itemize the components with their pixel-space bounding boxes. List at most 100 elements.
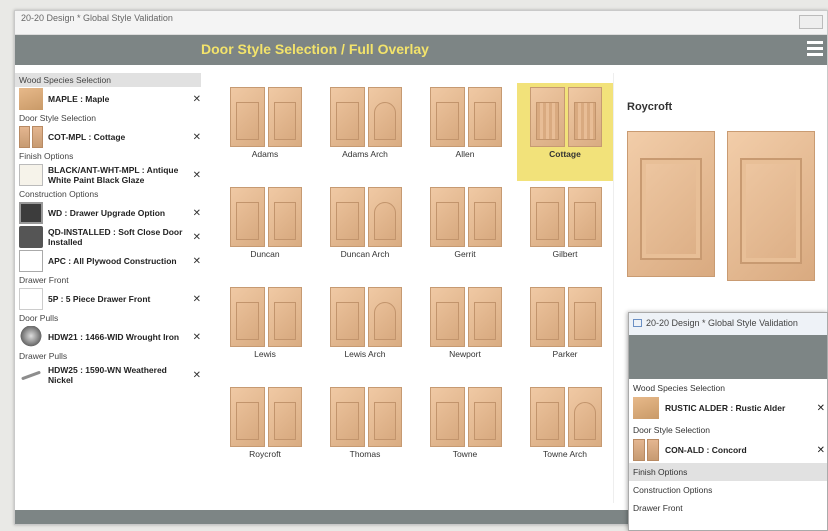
selected-option[interactable]: HDW21 : 1466-WID Wrought Iron ✕ [15,325,201,349]
remove-icon[interactable]: ✕ [193,332,201,343]
selected-option[interactable]: 5P : 5 Piece Drawer Front ✕ [15,287,201,311]
remove-icon[interactable]: ✕ [193,208,201,219]
remove-icon[interactable]: ✕ [817,445,825,456]
qd-thumbnail [19,226,43,248]
door-style-label: Towne [452,449,478,459]
door-style-gerrit[interactable]: Gerrit [417,183,513,281]
preview-drawer-image [727,131,815,281]
door-style-thomas[interactable]: Thomas [317,383,413,481]
selected-option[interactable]: HDW25 : 1590-WN Weathered Nickel ✕ [15,363,201,387]
window-close-button[interactable] [799,15,823,29]
remove-icon[interactable]: ✕ [193,256,201,267]
door-style-adams-arch[interactable]: Adams Arch [317,83,413,181]
selected-option[interactable]: CON-ALD : Concord ✕ [629,439,827,463]
selected-option[interactable]: BLACK/ANT-WHT-MPL : Antique White Paint … [15,163,201,187]
selected-option[interactable]: APC : All Plywood Construction ✕ [15,249,201,273]
window-titlebar: 20-20 Design * Global Style Validation [15,11,827,35]
hamburger-menu-icon[interactable] [807,41,823,57]
option-label: BLACK/ANT-WHT-MPL : Antique White Paint … [48,165,179,185]
door-style-duncan[interactable]: Duncan [217,183,313,281]
door-style-image [430,387,502,447]
door-style-duncan-arch[interactable]: Duncan Arch [317,183,413,281]
app-icon [633,319,642,327]
wood-thumbnail [19,88,43,110]
page-title: Door Style Selection / Full Overlay [201,41,429,57]
door-style-allen[interactable]: Allen [417,83,513,181]
door-style-gilbert[interactable]: Gilbert [517,183,613,281]
section-heading[interactable]: Wood Species Selection [15,73,201,87]
door-style-towne-arch[interactable]: Towne Arch [517,383,613,481]
section-heading[interactable]: Door Style Selection [15,111,201,125]
option-label: COT-MPL : Cottage [48,132,126,142]
overlay-options: Wood Species Selection RUSTIC ALDER : Rus… [629,379,827,517]
section-heading[interactable]: Drawer Front [15,273,201,287]
door-style-image [530,87,602,147]
door-style-image [230,387,302,447]
remove-icon[interactable]: ✕ [193,170,201,181]
section-heading[interactable]: Construction Options [629,481,827,499]
door-style-image [430,287,502,347]
door-style-towne[interactable]: Towne [417,383,513,481]
section-heading[interactable]: Wood Species Selection [629,379,827,397]
selected-option[interactable]: MAPLE : Maple ✕ [15,87,201,111]
door-style-image [530,387,602,447]
door-style-image [430,87,502,147]
preview-door-image [627,131,715,277]
door-style-lewis-arch[interactable]: Lewis Arch [317,283,413,381]
section-heading[interactable]: Finish Options [15,149,201,163]
section-heading[interactable]: Finish Options [629,463,827,481]
remove-icon[interactable]: ✕ [193,294,201,305]
door-style-label: Adams [251,149,279,159]
option-label: HDW21 : 1466-WID Wrought Iron [48,332,180,342]
section-heading[interactable]: Door Style Selection [629,421,827,439]
section-heading[interactable]: Drawer Front [629,499,827,517]
door-style-image [330,87,402,147]
drawer-thumbnail [19,202,43,224]
door-style-label: Parker [552,349,578,359]
selected-option[interactable]: RUSTIC ALDER : Rustic Alder ✕ [629,397,827,421]
door-style-label: Newport [449,349,481,359]
remove-icon[interactable]: ✕ [193,94,201,105]
options-sidebar: Wood Species Selection MAPLE : Maple ✕ Door… [15,73,201,503]
door-style-image [230,287,302,347]
remove-icon[interactable]: ✕ [193,370,201,381]
door-style-label: Towne Arch [543,449,587,459]
remove-icon[interactable]: ✕ [817,403,825,414]
remove-icon[interactable]: ✕ [193,132,201,143]
section-heading[interactable]: Drawer Pulls [15,349,201,363]
door-style-lewis[interactable]: Lewis [217,283,313,381]
door-style-image [530,187,602,247]
apc-thumbnail [19,250,43,272]
door-style-label: Adams Arch [342,149,388,159]
pull-thumbnail [19,364,43,386]
remove-icon[interactable]: ✕ [193,232,201,243]
door-style-parker[interactable]: Parker [517,283,613,381]
app-header: Door Style Selection / Full Overlay [15,35,827,65]
option-label: APC : All Plywood Construction [48,256,177,266]
divider [613,73,614,503]
selected-option[interactable]: COT-MPL : Cottage ✕ [15,125,201,149]
preview-title: Roycroft [627,101,673,113]
door-style-newport[interactable]: Newport [417,283,513,381]
option-label: 5P : 5 Piece Drawer Front [48,294,151,304]
door-style-image [530,287,602,347]
door2-thumbnail [19,126,43,148]
door-style-image [330,287,402,347]
option-label: HDW25 : 1590-WN Weathered Nickel [48,365,167,385]
door-style-adams[interactable]: Adams [217,83,313,181]
door-style-roycroft[interactable]: Roycroft [217,383,313,481]
overlay-window-titlebar: 20-20 Design * Global Style Validation [629,313,827,335]
door-style-label: Allen [455,149,475,159]
door-style-label: Lewis [254,349,276,359]
window-title: 20-20 Design * Global Style Validation [21,13,173,23]
selected-option[interactable]: QD-INSTALLED : Soft Close Door Installed… [15,225,201,249]
door-style-image [330,187,402,247]
door-style-image [330,387,402,447]
overlay-window-title: 20-20 Design * Global Style Validation [646,318,798,328]
selected-option[interactable]: WD : Drawer Upgrade Option ✕ [15,201,201,225]
door-style-image [230,87,302,147]
door-style-cottage[interactable]: Cottage [517,83,613,181]
section-heading[interactable]: Construction Options [15,187,201,201]
door-thumbnail [633,439,659,461]
section-heading[interactable]: Door Pulls [15,311,201,325]
